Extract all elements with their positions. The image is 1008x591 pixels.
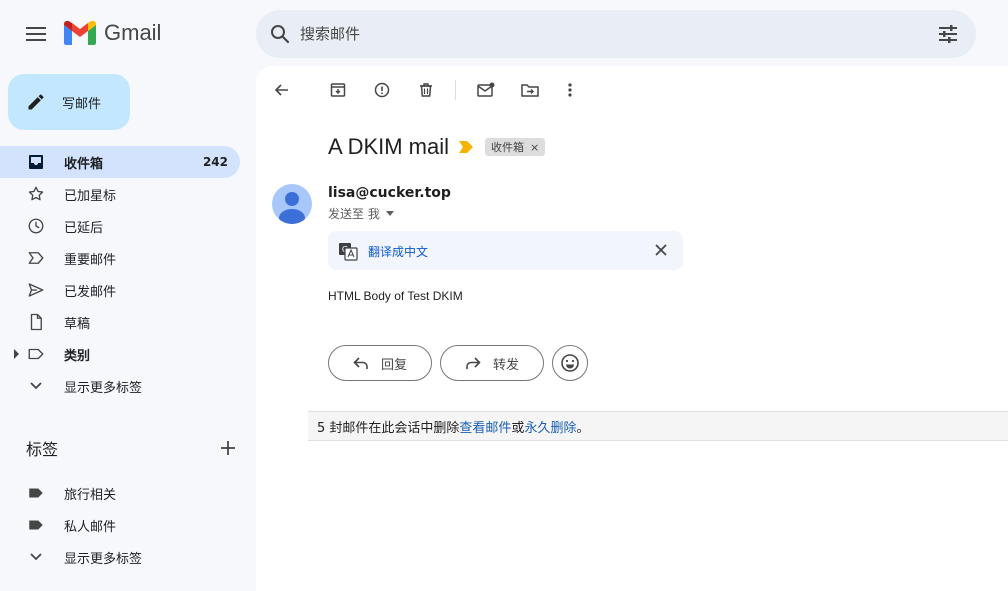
translate-icon: G bbox=[339, 243, 358, 261]
compose-label: 写邮件 bbox=[62, 96, 102, 112]
sidebar-item-label: 类别 bbox=[64, 348, 91, 364]
sidebar-item-snoozed[interactable]: 已延后 bbox=[0, 210, 240, 242]
sidebar-item-label: 旅行相关 bbox=[64, 487, 117, 503]
search-input[interactable] bbox=[300, 20, 900, 48]
mark-unread-button[interactable] bbox=[472, 78, 500, 102]
sidebar-item-inbox[interactable]: 收件箱 242 bbox=[0, 146, 240, 178]
inbox-label-chip: 收件箱 × bbox=[485, 138, 546, 156]
more-vert-icon bbox=[568, 83, 572, 97]
sidebar-item-label: 显示更多标签 bbox=[64, 551, 143, 567]
close-icon[interactable] bbox=[653, 242, 669, 258]
archive-icon bbox=[330, 83, 346, 97]
recipient-details[interactable]: 发送至 我 bbox=[328, 205, 394, 222]
sidebar-item-important[interactable]: 重要邮件 bbox=[0, 242, 240, 274]
more-actions-button[interactable] bbox=[556, 78, 584, 102]
expand-caret-icon[interactable] bbox=[14, 349, 19, 359]
labels-section-header: 标签 bbox=[26, 436, 236, 460]
email-subject-row: A DKIM mail 收件箱 × bbox=[328, 134, 546, 160]
email-body: HTML Body of Test DKIM bbox=[328, 289, 463, 303]
search-icon[interactable] bbox=[268, 22, 292, 46]
reply-label: 回复 bbox=[380, 357, 407, 373]
gmail-logo[interactable]: Gmail bbox=[64, 20, 161, 46]
forward-button[interactable]: 转发 bbox=[440, 345, 544, 381]
gmail-m-icon bbox=[64, 21, 96, 45]
draft-icon bbox=[26, 312, 46, 332]
important-icon bbox=[26, 248, 46, 268]
sidebar-item-starred[interactable]: 已加星标 bbox=[0, 178, 240, 210]
label-outline-icon bbox=[26, 344, 46, 364]
star-icon bbox=[26, 184, 46, 204]
sidebar-item-label: 已发邮件 bbox=[64, 284, 117, 300]
arrow-back-icon bbox=[274, 84, 288, 96]
unread-count: 242 bbox=[202, 155, 228, 169]
sidebar-item-label: 显示更多标签 bbox=[64, 380, 143, 396]
chevron-down-icon bbox=[26, 376, 46, 396]
chevron-down-icon bbox=[26, 547, 46, 567]
emoji-icon bbox=[561, 354, 579, 372]
reply-icon bbox=[353, 357, 368, 369]
plus-icon[interactable] bbox=[220, 440, 236, 456]
move-to-folder-icon bbox=[521, 84, 539, 97]
forward-label: 转发 bbox=[492, 357, 519, 373]
search-options-icon[interactable] bbox=[936, 22, 960, 46]
clock-icon bbox=[26, 216, 46, 236]
sender-email[interactable]: lisa@cucker.top bbox=[328, 185, 451, 201]
email-toolbar bbox=[256, 66, 1008, 114]
label-filled-icon bbox=[26, 515, 46, 535]
remove-label-button[interactable]: × bbox=[530, 141, 539, 154]
sidebar-item-label: 草稿 bbox=[64, 316, 91, 332]
labels-title: 标签 bbox=[26, 440, 59, 459]
sidebar-item-label: 已延后 bbox=[64, 220, 104, 236]
report-spam-button[interactable] bbox=[368, 78, 396, 102]
notice-middle: 或 bbox=[511, 420, 525, 436]
chip-label: 收件箱 bbox=[491, 141, 525, 154]
email-view: A DKIM mail 收件箱 × lisa@cucker.top 发送至 我 … bbox=[256, 66, 1008, 591]
sidebar-labels-more[interactable]: 显示更多标签 bbox=[0, 541, 240, 573]
search-bar bbox=[256, 10, 976, 58]
notice-prefix: 5 封邮件在此会话中删除 bbox=[317, 420, 460, 436]
sidebar-label-travel[interactable]: 旅行相关 bbox=[0, 477, 240, 509]
forward-icon bbox=[466, 357, 481, 369]
view-messages-link[interactable]: 查看邮件 bbox=[459, 417, 511, 436]
notice-suffix: 。 bbox=[576, 420, 590, 436]
label-filled-icon bbox=[26, 483, 46, 503]
emoji-reaction-button[interactable] bbox=[552, 345, 588, 381]
back-button[interactable] bbox=[268, 78, 296, 102]
archive-button[interactable] bbox=[324, 78, 352, 102]
deleted-messages-notice: 5 封邮件在此会话中删除 查看邮件 或 永久删除 。 bbox=[308, 411, 1008, 441]
send-icon bbox=[26, 280, 46, 300]
sidebar-item-label: 已加星标 bbox=[64, 188, 117, 204]
pencil-icon bbox=[28, 94, 44, 110]
translate-link[interactable]: 翻译成中文 bbox=[368, 243, 428, 260]
sidebar-item-drafts[interactable]: 草稿 bbox=[0, 306, 240, 338]
email-subject: A DKIM mail bbox=[328, 134, 450, 159]
sidebar-label-personal[interactable]: 私人邮件 bbox=[0, 509, 240, 541]
main-menu-button[interactable] bbox=[20, 18, 52, 50]
sidebar-item-sent[interactable]: 已发邮件 bbox=[0, 274, 240, 306]
recipient-label: 发送至 我 bbox=[328, 207, 380, 221]
sidebar-nav: 收件箱 242 已加星标 已延后 重要邮件 已发邮件 草稿 类别 显示更多标签 bbox=[0, 146, 256, 402]
translate-banner: G 翻译成中文 bbox=[328, 231, 683, 270]
sidebar-item-label: 重要邮件 bbox=[64, 252, 117, 268]
importance-marker-icon[interactable] bbox=[459, 139, 475, 155]
gmail-wordmark: Gmail bbox=[104, 20, 162, 45]
sender-avatar[interactable] bbox=[272, 184, 312, 224]
sidebar-item-label: 私人邮件 bbox=[64, 519, 117, 535]
inbox-icon bbox=[26, 152, 46, 172]
compose-button[interactable]: 写邮件 bbox=[8, 74, 130, 130]
delete-forever-link[interactable]: 永久删除 bbox=[524, 417, 576, 436]
mark-unread-icon bbox=[477, 82, 495, 97]
toolbar-divider bbox=[455, 80, 456, 100]
trash-icon bbox=[420, 83, 432, 97]
move-to-button[interactable] bbox=[516, 78, 544, 102]
report-icon bbox=[374, 82, 390, 98]
sidebar-item-label: 收件箱 bbox=[64, 156, 104, 172]
labels-nav: 旅行相关 私人邮件 显示更多标签 bbox=[0, 477, 256, 573]
delete-button[interactable] bbox=[412, 78, 440, 102]
hamburger-icon bbox=[26, 27, 46, 41]
sidebar-item-more[interactable]: 显示更多标签 bbox=[0, 370, 240, 402]
recipient-details-dropdown-icon[interactable] bbox=[385, 211, 394, 216]
sidebar-item-categories[interactable]: 类别 bbox=[0, 338, 240, 370]
reply-button[interactable]: 回复 bbox=[328, 345, 432, 381]
